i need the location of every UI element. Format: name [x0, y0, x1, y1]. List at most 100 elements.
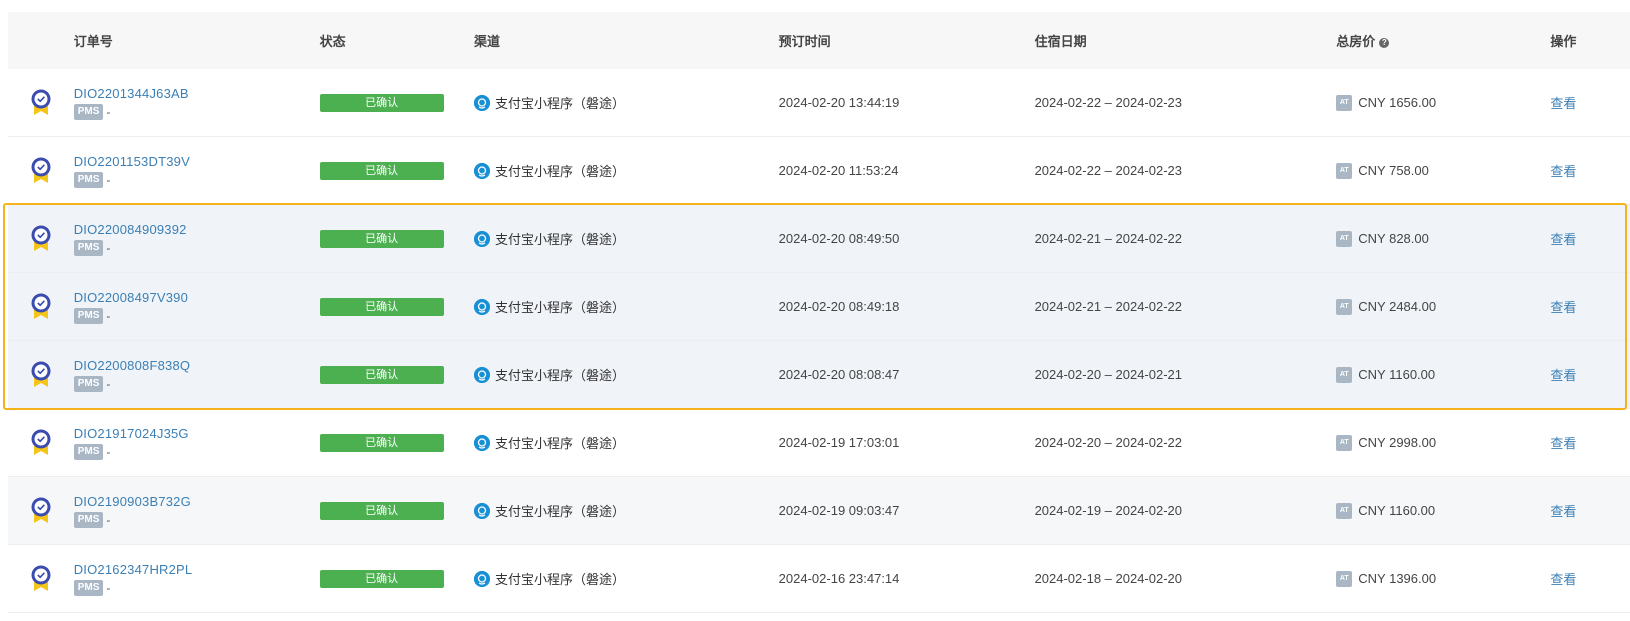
status-badge: 已确认	[319, 161, 444, 180]
booking-time: 2024-02-20 13:44:19	[778, 95, 900, 110]
channel-name: 支付宝小程序（磐途）	[494, 164, 625, 179]
channel-cell: 支付宝小程序（磐途）	[473, 501, 779, 520]
order-cell: DIO22008497V390 PMS -	[73, 290, 320, 324]
header-order-no[interactable]: 订单号	[74, 31, 320, 50]
pms-line: PMS -	[73, 103, 320, 120]
medal-icon	[31, 565, 51, 591]
price-value: CNY 1160.00	[1358, 503, 1436, 518]
status-cell: 已确认	[319, 229, 474, 248]
stay-dates: 2024-02-22 – 2024-02-23	[1034, 163, 1183, 178]
price-value: CNY 828.00	[1358, 231, 1429, 246]
table-row: DIO2201344J63AB PMS - 已确认 支付宝小程序（磐途） 202…	[8, 69, 1630, 137]
pms-line: PMS -	[73, 307, 320, 324]
action-cell: 查看	[1550, 501, 1630, 520]
booking-time: 2024-02-20 08:49:50	[778, 231, 900, 246]
pms-value: -	[106, 308, 111, 323]
pms-tag: PMS	[73, 239, 104, 256]
order-id-link[interactable]: DIO2190903B732G	[74, 494, 320, 510]
at-tag-icon: AT	[1336, 298, 1353, 315]
view-button[interactable]: 查看	[1550, 368, 1576, 383]
alipay-icon	[473, 502, 490, 519]
view-button[interactable]: 查看	[1550, 504, 1576, 519]
status-cell: 已确认	[319, 433, 474, 452]
channel: 支付宝小程序（磐途）	[473, 501, 779, 520]
pms-line: PMS -	[73, 511, 320, 528]
pms-line: PMS -	[73, 375, 320, 392]
order-id-link[interactable]: DIO2201153DT39V	[74, 154, 320, 170]
stay-dates: 2024-02-19 – 2024-02-20	[1034, 503, 1183, 518]
channel: 支付宝小程序（磐途）	[473, 229, 779, 248]
status-badge: 已确认	[319, 297, 444, 316]
action-cell: 查看	[1550, 433, 1630, 452]
pms-line: PMS -	[73, 239, 320, 256]
view-button[interactable]: 查看	[1550, 96, 1576, 111]
channel-cell: 支付宝小程序（磐途）	[473, 569, 779, 588]
at-tag-icon: AT	[1336, 366, 1353, 383]
order-id-link[interactable]: DIO2201344J63AB	[74, 86, 320, 102]
pms-tag: PMS	[73, 307, 104, 324]
medal-icon	[31, 89, 51, 115]
price-cell: AT CNY 1160.00	[1336, 366, 1550, 383]
pms-value: -	[106, 512, 111, 527]
action-cell: 查看	[1550, 93, 1630, 112]
channel-cell: 支付宝小程序（磐途）	[473, 229, 779, 248]
channel-cell: 支付宝小程序（磐途）	[473, 161, 779, 180]
header-stay-date[interactable]: 住宿日期	[1035, 31, 1337, 50]
medal-cell	[8, 156, 74, 186]
price-value: CNY 758.00	[1358, 163, 1429, 178]
view-button[interactable]: 查看	[1550, 164, 1576, 179]
channel: 支付宝小程序（磐途）	[473, 297, 779, 316]
status-cell: 已确认	[319, 161, 474, 180]
table-header: 订单号 状态 渠道 预订时间 住宿日期 总房价? 操作	[8, 12, 1630, 69]
price: AT CNY 1160.00	[1336, 502, 1550, 519]
order-id-link[interactable]: DIO22008497V390	[74, 290, 320, 306]
booking-time: 2024-02-19 17:03:01	[778, 435, 900, 450]
at-tag-icon: AT	[1336, 230, 1353, 247]
price-cell: AT CNY 828.00	[1336, 230, 1550, 247]
booking-time: 2024-02-20 11:53:24	[778, 163, 899, 178]
price: AT CNY 758.00	[1336, 162, 1550, 179]
order-cell: DIO220084909392 PMS -	[73, 222, 320, 256]
pms-value: -	[106, 376, 111, 391]
view-button[interactable]: 查看	[1550, 300, 1576, 315]
stay-dates: 2024-02-18 – 2024-02-20	[1034, 571, 1183, 586]
booking-time: 2024-02-19 09:03:47	[778, 503, 900, 518]
pms-line: PMS -	[73, 579, 320, 596]
view-button[interactable]: 查看	[1550, 232, 1576, 247]
at-tag-icon: AT	[1336, 502, 1353, 519]
help-icon[interactable]: ?	[1379, 37, 1390, 48]
table-row: DIO2200808F838Q PMS - 已确认 支付宝小程序（磐途） 202…	[8, 341, 1630, 409]
order-id-link[interactable]: DIO2162347HR2PL	[74, 562, 320, 578]
view-button[interactable]: 查看	[1550, 572, 1576, 587]
table-row: DIO2162347HR2PL PMS - 已确认 支付宝小程序（磐途） 202…	[8, 545, 1630, 613]
order-id-link[interactable]: DIO220084909392	[74, 222, 320, 238]
price: AT CNY 828.00	[1336, 230, 1550, 247]
order-id-link[interactable]: DIO2200808F838Q	[74, 358, 320, 374]
medal-cell	[8, 428, 74, 458]
price: AT CNY 1396.00	[1336, 570, 1550, 587]
alipay-icon	[473, 230, 490, 247]
table-row: DIO2201153DT39V PMS - 已确认 支付宝小程序（磐途） 202…	[8, 137, 1630, 205]
status-badge: 已确认	[319, 229, 444, 248]
pms-tag: PMS	[73, 375, 104, 392]
status-cell: 已确认	[319, 365, 474, 384]
medal-icon	[31, 293, 51, 319]
header-status[interactable]: 状态	[320, 31, 474, 50]
channel-name: 支付宝小程序（磐途）	[494, 504, 625, 519]
channel: 支付宝小程序（磐途）	[473, 93, 779, 112]
pms-value: -	[106, 104, 111, 119]
medal-icon	[31, 429, 51, 455]
view-button[interactable]: 查看	[1550, 436, 1576, 451]
channel: 支付宝小程序（磐途）	[473, 433, 779, 452]
price: AT CNY 2998.00	[1336, 434, 1550, 451]
header-total-price[interactable]: 总房价?	[1336, 31, 1550, 50]
channel-cell: 支付宝小程序（磐途）	[473, 93, 779, 112]
channel-name: 支付宝小程序（磐途）	[494, 300, 625, 315]
medal-icon	[31, 361, 51, 387]
channel: 支付宝小程序（磐途）	[473, 161, 779, 180]
header-channel[interactable]: 渠道	[474, 31, 779, 50]
orders-table: 订单号 状态 渠道 预订时间 住宿日期 总房价? 操作 DIO2201344J6…	[8, 12, 1630, 613]
header-booking-time[interactable]: 预订时间	[779, 31, 1035, 50]
channel-cell: 支付宝小程序（磐途）	[473, 297, 779, 316]
order-id-link[interactable]: DIO21917024J35G	[74, 426, 320, 442]
